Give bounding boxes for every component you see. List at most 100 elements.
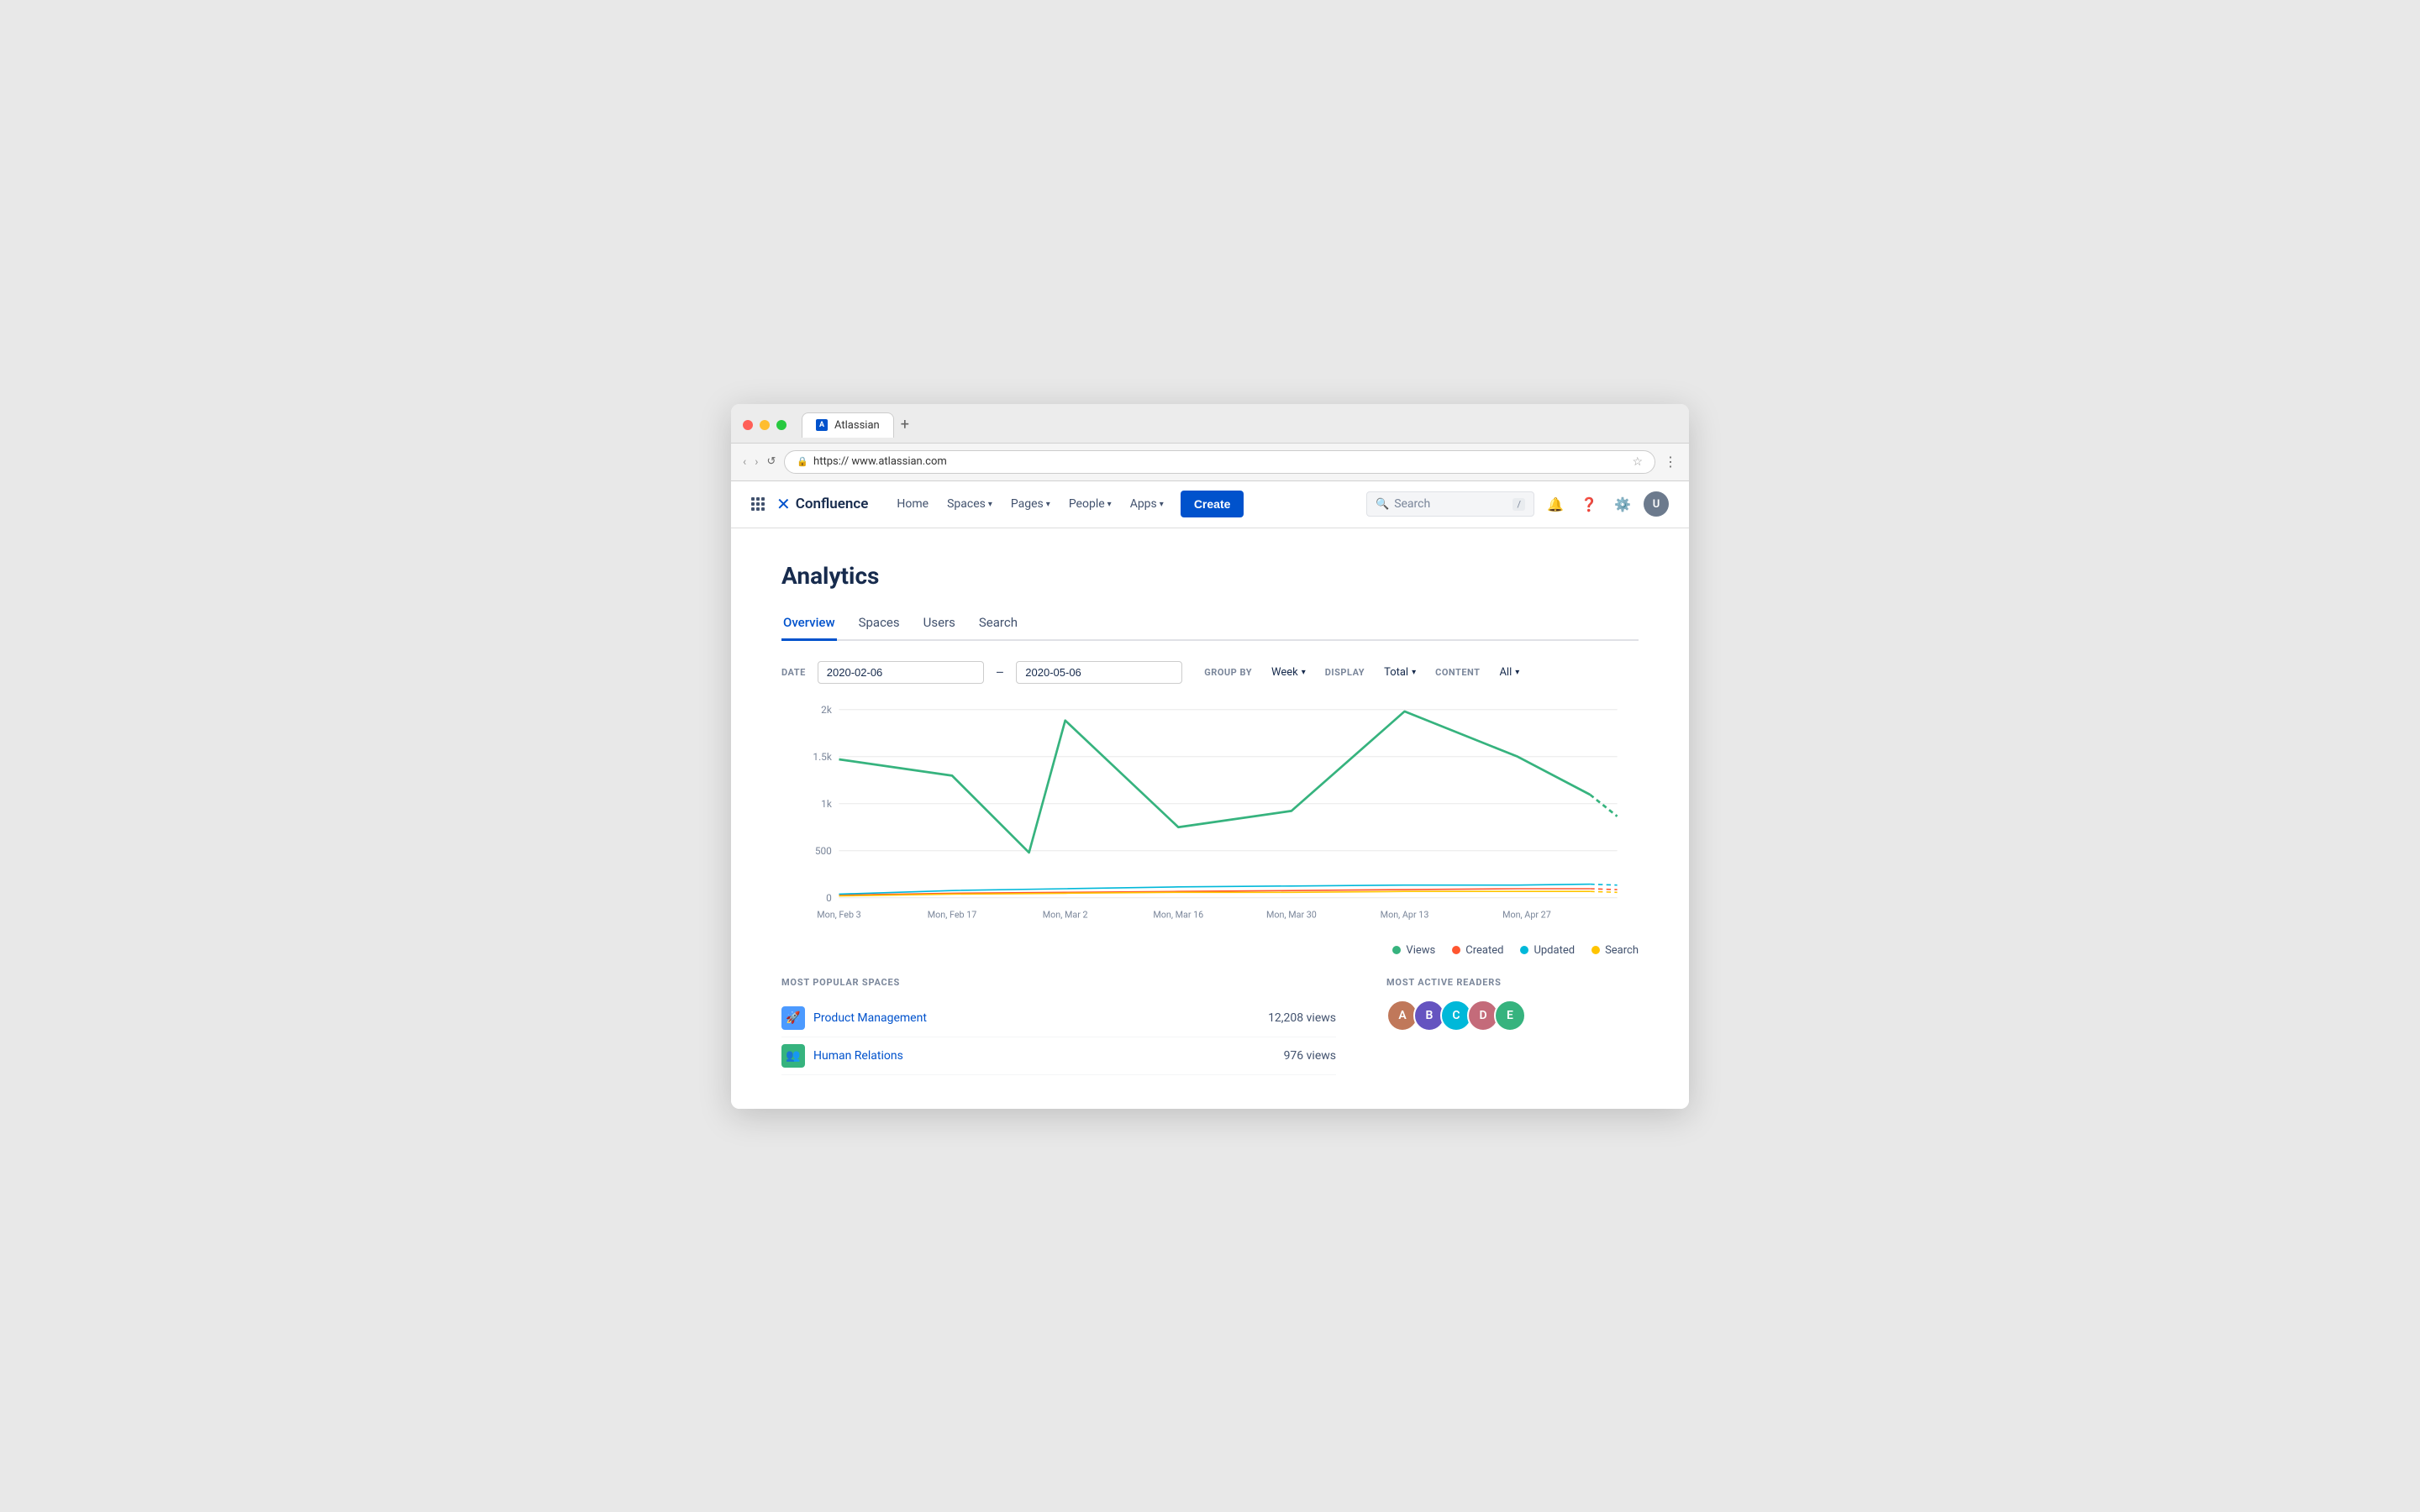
space-views-human-relations: 976 views	[1284, 1049, 1336, 1063]
main-navigation: Home Spaces ▾ Pages ▾ People ▾ Apps ▾ Cr…	[888, 491, 1244, 517]
content-label: CONTENT	[1435, 667, 1480, 678]
chevron-down-icon: ▾	[1515, 668, 1519, 677]
popular-spaces-title: MOST POPULAR SPACES	[781, 977, 1336, 988]
search-dot	[1591, 946, 1600, 954]
svg-text:Mon, Mar 16: Mon, Mar 16	[1153, 909, 1203, 920]
back-button[interactable]: ‹	[743, 455, 746, 469]
chevron-down-icon: ▾	[988, 500, 992, 509]
reader-avatar[interactable]: E	[1494, 1000, 1526, 1032]
updated-dot	[1520, 946, 1528, 954]
confluence-logo-text: Confluence	[796, 496, 869, 512]
chevron-down-icon: ▾	[1160, 500, 1164, 509]
search-placeholder: Search	[1394, 497, 1507, 511]
views-dot	[1392, 946, 1401, 954]
lock-icon: 🔒	[797, 456, 808, 467]
svg-text:0: 0	[826, 892, 832, 904]
main-content: Analytics Overview Spaces Users Search D…	[731, 528, 1689, 1109]
settings-icon[interactable]: ⚙️	[1610, 491, 1635, 517]
browser-addressbar: ‹ › ↺ 🔒 https:// www.atlassian.com ☆ ⋮	[731, 444, 1689, 481]
search-icon: 🔍	[1376, 498, 1389, 511]
space-icon-human-relations: 👥	[781, 1044, 805, 1068]
bookmark-icon[interactable]: ☆	[1632, 455, 1643, 469]
analytics-tabs: Overview Spaces Users Search	[781, 606, 1639, 641]
confluence-logo[interactable]: ✕ Confluence	[776, 494, 868, 514]
svg-text:500: 500	[815, 845, 832, 857]
tab-overview[interactable]: Overview	[781, 606, 837, 641]
more-icon[interactable]: ⋮	[1664, 454, 1677, 470]
nav-people[interactable]: People ▾	[1060, 491, 1120, 517]
date-to-input[interactable]	[1016, 661, 1182, 684]
page-title: Analytics	[781, 562, 1639, 590]
tab-search[interactable]: Search	[977, 606, 1019, 641]
chevron-down-icon: ▾	[1046, 500, 1050, 509]
browser-window: A Atlassian + ‹ › ↺ 🔒 https:// www.atlas…	[731, 404, 1689, 1109]
chart-legend: Views Created Updated Search	[781, 944, 1639, 957]
confluence-header: ✕ Confluence Home Spaces ▾ Pages ▾ Peopl…	[731, 481, 1689, 528]
svg-text:Mon, Feb 3: Mon, Feb 3	[817, 909, 861, 920]
date-separator: –	[996, 664, 1005, 680]
header-right: 🔍 Search / 🔔 ❓ ⚙️ U	[1366, 491, 1669, 517]
maximize-button[interactable]	[776, 420, 786, 430]
created-line-dashed	[1590, 889, 1617, 890]
group-by-select[interactable]: Week ▾	[1264, 661, 1313, 684]
space-icon-product-management: 🚀	[781, 1006, 805, 1030]
tab-spaces[interactable]: Spaces	[857, 606, 902, 641]
active-readers-title: MOST ACTIVE READERS	[1386, 977, 1639, 988]
svg-text:Mon, Apr 13: Mon, Apr 13	[1381, 909, 1429, 920]
chevron-down-icon: ▾	[1107, 500, 1112, 509]
svg-text:Mon, Apr 27: Mon, Apr 27	[1502, 909, 1551, 920]
svg-text:Mon, Mar 2: Mon, Mar 2	[1043, 909, 1088, 920]
filters-row: DATE – GROUP BY Week ▾ DISPLAY Total ▾ C…	[781, 661, 1639, 684]
browser-titlebar: A Atlassian +	[731, 404, 1689, 444]
date-from-input[interactable]	[818, 661, 984, 684]
legend-updated: Updated	[1520, 944, 1575, 957]
search-line-dashed	[1590, 891, 1617, 892]
url-text: https:// www.atlassian.com	[813, 455, 947, 468]
tab-users[interactable]: Users	[922, 606, 957, 641]
chevron-down-icon: ▾	[1412, 668, 1416, 677]
help-icon[interactable]: ❓	[1576, 491, 1602, 517]
new-tab-button[interactable]: +	[901, 416, 909, 433]
chevron-down-icon: ▾	[1302, 668, 1306, 677]
svg-text:Mon, Mar 30: Mon, Mar 30	[1266, 909, 1317, 920]
svg-text:2k: 2k	[821, 704, 832, 716]
search-shortcut: /	[1512, 498, 1525, 511]
svg-text:1.5k: 1.5k	[813, 751, 831, 763]
most-active-readers: MOST ACTIVE READERS A B C D E	[1386, 977, 1639, 1075]
user-avatar[interactable]: U	[1644, 491, 1669, 517]
confluence-logo-icon: ✕	[776, 494, 791, 514]
nav-home[interactable]: Home	[888, 491, 937, 517]
bottom-section: MOST POPULAR SPACES 🚀 Product Management…	[781, 977, 1639, 1075]
display-select[interactable]: Total ▾	[1376, 661, 1423, 684]
minimize-button[interactable]	[760, 420, 770, 430]
line-chart-svg: 2k 1.5k 1k 500 0	[781, 701, 1639, 936]
search-line	[839, 891, 1590, 895]
close-button[interactable]	[743, 420, 753, 430]
updated-line-dashed	[1590, 884, 1617, 885]
space-name-product-management[interactable]: Product Management	[813, 1011, 1260, 1025]
nav-apps[interactable]: Apps ▾	[1122, 491, 1172, 517]
date-label: DATE	[781, 667, 806, 678]
space-name-human-relations[interactable]: Human Relations	[813, 1049, 1276, 1063]
svg-text:1k: 1k	[821, 798, 832, 810]
space-item: 🚀 Product Management 12,208 views	[781, 1000, 1336, 1037]
create-button[interactable]: Create	[1181, 491, 1244, 517]
refresh-button[interactable]: ↺	[766, 455, 776, 468]
browser-tab[interactable]: A Atlassian	[802, 412, 894, 438]
legend-search: Search	[1591, 944, 1639, 957]
nav-pages[interactable]: Pages ▾	[1002, 491, 1059, 517]
tab-title: Atlassian	[834, 419, 880, 432]
content-select[interactable]: All ▾	[1491, 661, 1527, 684]
created-dot	[1452, 946, 1460, 954]
tab-favicon: A	[816, 419, 828, 431]
space-item: 👥 Human Relations 976 views	[781, 1037, 1336, 1075]
svg-text:Mon, Feb 17: Mon, Feb 17	[928, 909, 977, 920]
legend-views: Views	[1392, 944, 1435, 957]
app-grid-icon[interactable]	[751, 497, 765, 511]
address-field[interactable]: 🔒 https:// www.atlassian.com ☆	[784, 450, 1655, 474]
notifications-icon[interactable]: 🔔	[1543, 491, 1568, 517]
nav-spaces[interactable]: Spaces ▾	[939, 491, 1001, 517]
space-views-product-management: 12,208 views	[1268, 1011, 1336, 1025]
search-box[interactable]: 🔍 Search /	[1366, 491, 1534, 517]
forward-button[interactable]: ›	[755, 455, 758, 469]
